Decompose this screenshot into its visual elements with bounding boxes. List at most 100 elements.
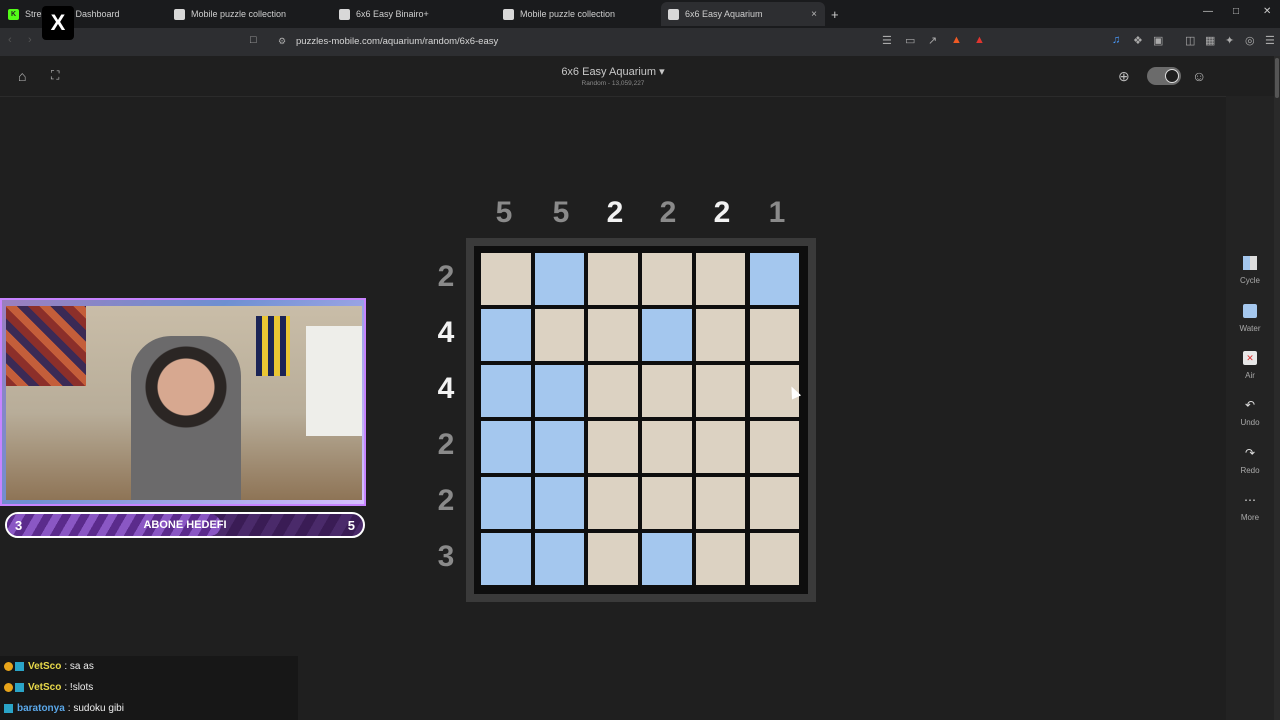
grid-cell[interactable] xyxy=(588,477,639,529)
grid-cell[interactable] xyxy=(588,365,639,417)
grid-cell[interactable] xyxy=(695,309,746,361)
grid-cell[interactable] xyxy=(588,309,639,361)
tool-more[interactable]: ⋯ More xyxy=(1226,493,1274,522)
close-window-icon[interactable]: ✕ xyxy=(1263,6,1271,17)
tool-label: More xyxy=(1240,513,1260,522)
chat-text: : sudoku gibi xyxy=(67,703,124,714)
grid-cell[interactable] xyxy=(588,421,639,473)
chat-user: baratonya xyxy=(17,703,65,714)
screenshot-icon[interactable]: ▣ xyxy=(1153,34,1163,47)
cycle-icon xyxy=(1243,256,1257,270)
cast-icon[interactable]: ▭ xyxy=(905,34,915,47)
grid-cell[interactable] xyxy=(749,477,800,529)
back-icon[interactable]: ‹ xyxy=(8,34,12,46)
leo-icon[interactable]: ✦ xyxy=(1225,34,1234,47)
undo-icon: ↶ xyxy=(1244,398,1256,412)
grid-cell[interactable] xyxy=(642,253,692,305)
tool-water[interactable]: Water xyxy=(1226,304,1274,333)
menu-icon[interactable]: ☰ xyxy=(1265,34,1275,47)
scrollbar-thumb[interactable] xyxy=(1275,58,1279,98)
forward-icon[interactable]: › xyxy=(28,34,32,46)
chat-message: baratonya : sudoku gibi xyxy=(4,703,124,714)
row-clue: 2 xyxy=(437,428,455,461)
brave-rewards-icon[interactable]: ▲ xyxy=(974,34,985,46)
tab-mobile-puzzle-collection[interactable]: Mobile puzzle collection xyxy=(174,2,324,26)
grid-cell[interactable] xyxy=(749,309,800,361)
grid-cell[interactable] xyxy=(749,421,800,473)
grid-cell[interactable] xyxy=(534,309,585,361)
maximize-icon[interactable]: □ xyxy=(1233,6,1239,17)
grid-cell[interactable] xyxy=(481,533,531,585)
grid-cell[interactable] xyxy=(642,477,692,529)
grid-cell[interactable] xyxy=(481,421,531,473)
grid-cell[interactable] xyxy=(481,309,531,361)
grid-cell[interactable] xyxy=(695,253,746,305)
kick-icon: K xyxy=(8,8,19,20)
grid-cell[interactable] xyxy=(588,253,639,305)
scrollbar[interactable] xyxy=(1274,56,1280,720)
grid-cell[interactable] xyxy=(642,365,692,417)
grid-cell[interactable] xyxy=(534,421,585,473)
window xyxy=(306,326,362,436)
toggle-knob xyxy=(1165,69,1179,83)
tool-air[interactable]: ✕ Air xyxy=(1226,351,1274,380)
tool-undo[interactable]: ↶ Undo xyxy=(1226,398,1274,427)
translate-icon[interactable]: ☰ xyxy=(882,34,892,47)
grid-cell[interactable] xyxy=(695,421,746,473)
grid-cell[interactable] xyxy=(481,477,531,529)
zoom-icon[interactable]: ⊕ xyxy=(1118,68,1130,85)
puzzle-site-icon xyxy=(503,8,514,20)
badge-icon xyxy=(4,683,13,692)
page-title[interactable]: 6x6 Easy Aquarium ▾ xyxy=(0,65,1226,78)
sidebar-icon[interactable]: ◫ xyxy=(1185,34,1195,47)
grid-cell[interactable] xyxy=(588,533,639,585)
grid-cell[interactable] xyxy=(642,421,692,473)
grid-cell[interactable] xyxy=(481,365,531,417)
tool-cycle[interactable]: Cycle xyxy=(1226,256,1274,285)
wall-rug xyxy=(6,306,86,386)
extensions-icon[interactable]: ❖ xyxy=(1133,34,1143,47)
share-icon[interactable]: ↗ xyxy=(928,34,937,47)
tab-stream-dashboard[interactable]: K Stre Dashboard xyxy=(8,2,158,26)
grid-cell[interactable] xyxy=(534,365,585,417)
grid-cell[interactable] xyxy=(534,253,585,305)
grid-cell[interactable] xyxy=(642,309,692,361)
grid-cell[interactable] xyxy=(749,253,800,305)
audio-icon[interactable]: ♫ xyxy=(1112,34,1120,46)
tab-binairo[interactable]: 6x6 Easy Binairo+ xyxy=(339,2,489,26)
grid-cell[interactable] xyxy=(642,533,692,585)
grid-cell[interactable] xyxy=(695,365,746,417)
tool-label: Redo xyxy=(1240,466,1260,475)
tool-label: Air xyxy=(1245,371,1255,380)
column-clue: 5 xyxy=(495,196,513,229)
grid-cell[interactable] xyxy=(695,533,746,585)
grid-cell[interactable] xyxy=(534,477,585,529)
puzzle-id: Random - 13,059,227 xyxy=(581,80,645,87)
tool-label: Cycle xyxy=(1239,276,1260,285)
more-icon: ⋯ xyxy=(1244,493,1256,507)
vpn-icon[interactable]: ◎ xyxy=(1245,34,1255,47)
chat-overlay: VetSco : sa as VetSco : !slots baratonya… xyxy=(0,656,298,720)
grid-cell[interactable] xyxy=(749,533,800,585)
grid-cell[interactable] xyxy=(695,477,746,529)
close-tab-icon[interactable]: × xyxy=(811,9,817,20)
brave-shield-icon[interactable]: ▲ xyxy=(951,34,962,46)
chat-user: VetSco xyxy=(28,682,62,693)
tab-aquarium-active[interactable]: 6x6 Easy Aquarium × xyxy=(661,2,825,26)
account-icon[interactable]: ☺ xyxy=(1192,68,1206,84)
tool-redo[interactable]: ↷ Redo xyxy=(1226,446,1274,475)
wallet-icon[interactable]: ▦ xyxy=(1205,34,1215,47)
page-header: ⌂ ⛶ 6x6 Easy Aquarium ▾ Random - 13,059,… xyxy=(0,56,1226,97)
minimize-icon[interactable]: — xyxy=(1203,6,1213,17)
new-tab-button[interactable]: + xyxy=(831,2,839,26)
bookmark-icon[interactable]: □ xyxy=(250,34,257,46)
grid-cell[interactable] xyxy=(534,533,585,585)
tab-mobile-puzzle-collection-2[interactable]: Mobile puzzle collection xyxy=(503,2,653,26)
tab-label: Stre xyxy=(25,9,42,19)
air-icon: ✕ xyxy=(1243,351,1257,365)
theme-toggle[interactable] xyxy=(1147,67,1181,85)
site-info-icon[interactable]: ⚙ xyxy=(278,36,286,47)
url-field[interactable]: puzzles-mobile.com/aquarium/random/6x6-e… xyxy=(296,36,498,47)
chat-message: VetSco : !slots xyxy=(4,682,93,693)
grid-cell[interactable] xyxy=(481,253,531,305)
